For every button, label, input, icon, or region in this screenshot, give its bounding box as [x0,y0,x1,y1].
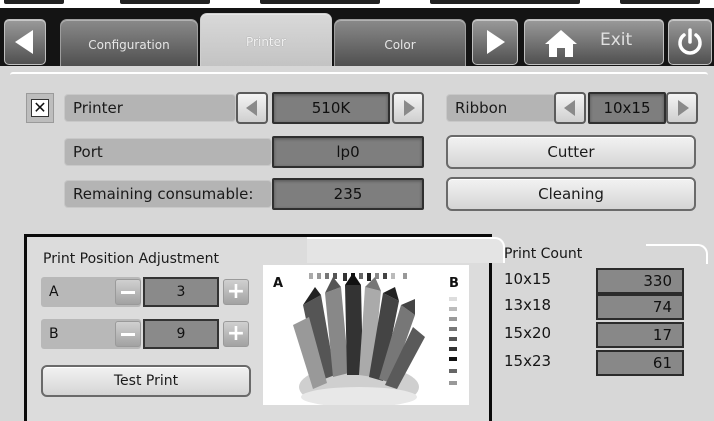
adjustment-title: Print Position Adjustment [43,251,219,267]
printer-settings-panel: ✕ Printer 510K Ribbon 10x15 Port lp0 Cut… [0,66,714,421]
right-arrow-icon [404,100,415,116]
top-strip [0,0,714,8]
printer-section: ✕ Printer 510K Ribbon 10x15 Port lp0 Cut… [10,72,708,224]
preview-marker-a: A [273,276,283,291]
adjust-a-increase-button[interactable]: + [223,279,249,305]
test-pattern-bars [309,273,407,281]
forward-button[interactable] [472,19,518,65]
adjust-b-increase-button[interactable]: + [223,321,249,347]
left-arrow-icon [564,100,575,116]
right-arrow-icon [487,30,505,54]
tab-printer[interactable]: Printer [200,13,332,69]
count-size-label: 15x20 [504,324,552,342]
ribbon-value: 10x15 [588,92,666,124]
port-value: lp0 [272,136,424,168]
panel-tab-outline [646,244,708,264]
adjust-b-decrease-button[interactable] [115,321,141,347]
ribbon-next-button[interactable] [666,92,698,124]
plus-icon: + [226,321,246,346]
count-value: 17 [596,322,684,348]
adjust-a-decrease-button[interactable] [115,279,141,305]
preview-marker-b: B [449,276,459,291]
gray-ramp [449,297,457,385]
print-position-adjustment-panel: Print Position Adjustment A 3 + B 9 + Te… [24,234,505,421]
minus-icon [121,290,135,294]
exit-button[interactable] [524,19,664,65]
printer-next-button[interactable] [392,92,424,124]
adjust-a-value: 3 [143,277,219,307]
count-value: 61 [596,350,684,376]
ribbon-prev-button[interactable] [554,92,586,124]
count-size-label: 13x18 [504,296,552,314]
back-button[interactable] [4,19,46,65]
power-icon [678,28,702,55]
panel-tab-outline [307,237,505,263]
top-toolbar: Configuration Printer Color Exit [0,8,714,69]
printer-label: Printer [64,94,236,122]
print-count-panel: Print Count 10x15 330 13x18 74 15x20 17 … [496,234,708,416]
adjust-b-value: 9 [143,319,219,349]
printer-enable-checkbox[interactable]: ✕ [26,93,54,123]
printer-model-value: 510K [272,92,390,124]
right-arrow-icon [678,100,689,116]
checkbox-x-icon: ✕ [31,99,49,117]
minus-icon [121,332,135,336]
left-arrow-icon [246,100,257,116]
test-print-button[interactable]: Test Print [41,365,251,397]
ribbon-label: Ribbon [446,94,556,122]
crayons-photo [293,273,425,405]
tab-color[interactable]: Color [334,19,466,69]
count-size-label: 10x15 [504,270,552,288]
printer-prev-button[interactable] [236,92,268,124]
plus-icon: + [226,279,246,304]
exit-label: Exit [600,30,633,50]
print-count-title: Print Count [504,246,583,262]
left-arrow-icon [15,30,33,54]
count-value: 330 [596,268,684,294]
print-preview-image: A B [263,265,469,405]
port-label: Port [64,138,272,166]
power-button[interactable] [668,19,712,65]
count-size-label: 15x23 [504,352,552,370]
remaining-consumable-value: 235 [272,178,424,210]
tab-configuration[interactable]: Configuration [60,19,198,69]
cutter-button[interactable]: Cutter [446,135,696,169]
home-icon [545,30,577,57]
count-value: 74 [596,294,684,320]
remaining-consumable-label: Remaining consumable: [64,180,272,208]
cleaning-button[interactable]: Cleaning [446,177,696,211]
